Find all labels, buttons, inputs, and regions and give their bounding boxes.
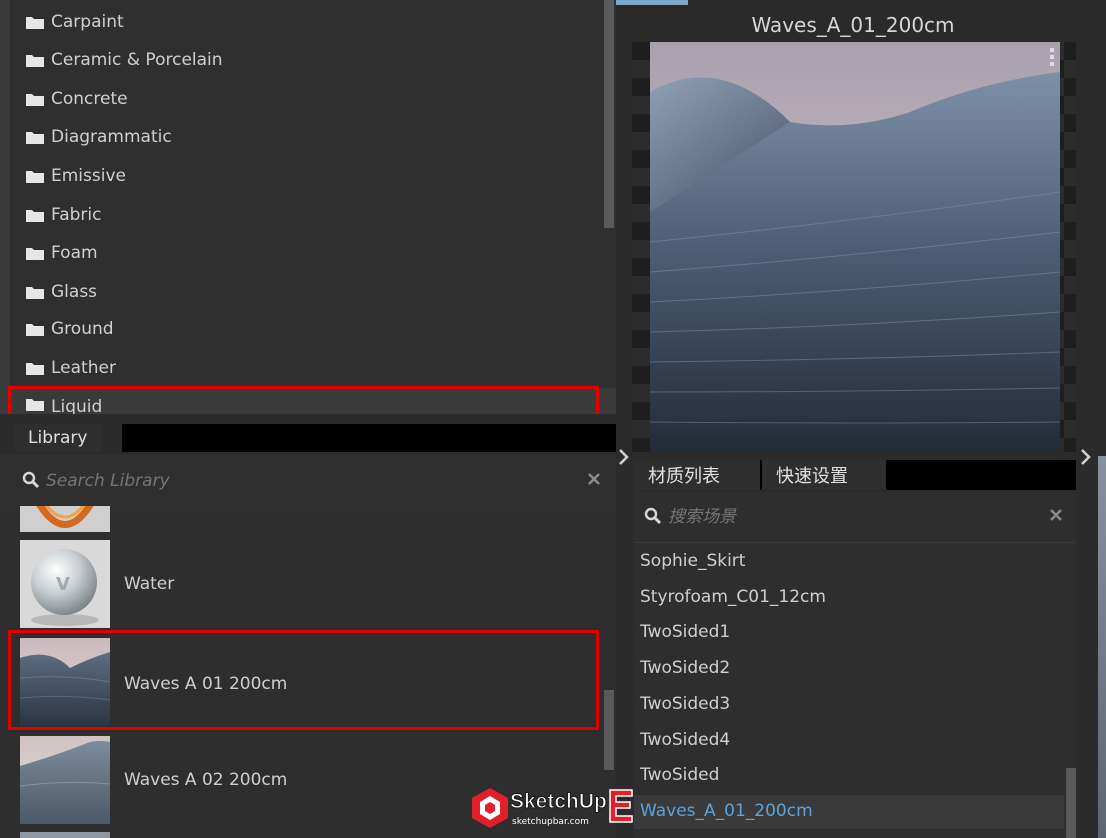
library-item-water[interactable]: V Water <box>0 538 604 630</box>
material-preview-image <box>650 42 1060 452</box>
folder-icon <box>26 246 44 260</box>
tab-quick-settings[interactable]: 快速设置 <box>762 460 886 490</box>
collapse-left-icon[interactable] <box>618 448 630 466</box>
folder-label: Ground <box>51 319 114 339</box>
watermark-brand: SketchUp <box>510 790 608 814</box>
folder-tree-scrollbar[interactable] <box>604 0 614 228</box>
library-item-partial <box>20 832 110 838</box>
folder-item-diagrammatic[interactable]: Diagrammatic <box>26 119 172 155</box>
folder-icon <box>26 322 44 336</box>
clear-search-icon[interactable] <box>1050 509 1062 521</box>
library-item-label: Waves A 02 200cm <box>124 770 288 790</box>
folder-item-concrete[interactable]: Concrete <box>26 81 128 117</box>
preview-title: Waves_A_01_200cm <box>751 13 955 37</box>
material-item-twosided[interactable]: TwoSided <box>640 765 719 785</box>
search-icon <box>22 471 40 489</box>
folder-label: Foam <box>51 243 98 263</box>
sketchup-watermark: SketchUp sketchupbar.com <box>470 784 638 834</box>
folder-label: Emissive <box>51 166 126 186</box>
library-item-label: Water <box>124 574 175 594</box>
material-item-twosided4[interactable]: TwoSided4 <box>640 730 730 750</box>
material-search-input[interactable] <box>666 502 1040 532</box>
material-search-bar <box>634 492 1076 543</box>
active-tab-indicator <box>616 0 688 5</box>
folder-label: Leather <box>51 358 116 378</box>
folder-icon <box>26 361 44 375</box>
tab-library-label: Library <box>28 428 88 448</box>
expand-right-icon[interactable] <box>1080 448 1092 466</box>
folder-icon <box>26 130 44 144</box>
folder-item-fabric[interactable]: Fabric <box>26 197 102 233</box>
library-tab-strip <box>122 424 616 452</box>
watermark-url: sketchupbar.com <box>512 817 589 827</box>
folder-item-glass[interactable]: Glass <box>26 274 97 310</box>
folder-icon <box>26 169 44 183</box>
material-item-twosided3[interactable]: TwoSided3 <box>640 694 730 714</box>
folder-label: Carpaint <box>51 12 124 32</box>
scene-material-list: Sophie_Skirt Styrofoam_C01_12cm TwoSided… <box>634 543 1076 838</box>
sketchup-logo-icon <box>472 788 508 828</box>
svg-text:V: V <box>56 574 70 595</box>
highlight-box-waves-a-01 <box>8 630 599 730</box>
library-search-bar <box>0 454 616 507</box>
folder-item-ground[interactable]: Ground <box>26 311 114 347</box>
folder-item-leather[interactable]: Leather <box>26 350 116 386</box>
folder-label: Glass <box>51 282 98 302</box>
material-thumbnail <box>20 506 110 532</box>
library-item[interactable] <box>0 506 604 534</box>
folder-label: Fabric <box>51 205 102 225</box>
folder-label: Concrete <box>51 89 128 109</box>
folder-icon <box>26 15 44 29</box>
search-icon <box>644 507 662 525</box>
library-folder-tree: Carpaint Ceramic & Porcelain Concrete Di… <box>0 0 616 415</box>
folder-item-carpaint[interactable]: Carpaint <box>26 4 124 40</box>
material-thumbnail-sphere: V <box>20 540 110 628</box>
material-item-twosided1[interactable]: TwoSided1 <box>640 622 730 642</box>
folder-tree-gutter <box>0 0 10 414</box>
library-scrollbar[interactable] <box>604 690 614 770</box>
folder-icon <box>26 53 44 67</box>
tab-material-list-label: 材质列表 <box>648 466 720 487</box>
folder-item-ceramic-porcelain[interactable]: Ceramic & Porcelain <box>26 42 223 78</box>
folder-item-foam[interactable]: Foam <box>26 235 98 271</box>
watermark-bar-glyph <box>609 789 633 823</box>
folder-label: Diagrammatic <box>51 127 172 147</box>
tab-material-list[interactable]: 材质列表 <box>634 460 760 490</box>
material-item-styrofoam[interactable]: Styrofoam_C01_12cm <box>640 587 826 607</box>
tab-library[interactable]: Library <box>14 424 102 452</box>
folder-label: Ceramic & Porcelain <box>51 50 223 70</box>
folder-icon <box>26 285 44 299</box>
material-item-waves-a-01-selected[interactable]: Waves_A_01_200cm <box>640 801 813 821</box>
folder-item-emissive[interactable]: Emissive <box>26 158 126 194</box>
material-thumbnail-waves <box>20 736 110 824</box>
folder-icon <box>26 208 44 222</box>
material-item-sophie-skirt[interactable]: Sophie_Skirt <box>640 551 745 571</box>
tab-quick-settings-label: 快速设置 <box>776 466 848 487</box>
clear-search-icon[interactable] <box>588 473 600 485</box>
library-search-input[interactable] <box>44 466 568 496</box>
material-list-scrollbar[interactable] <box>1066 768 1076 838</box>
folder-icon <box>26 92 44 106</box>
material-item-twosided2[interactable]: TwoSided2 <box>640 658 730 678</box>
